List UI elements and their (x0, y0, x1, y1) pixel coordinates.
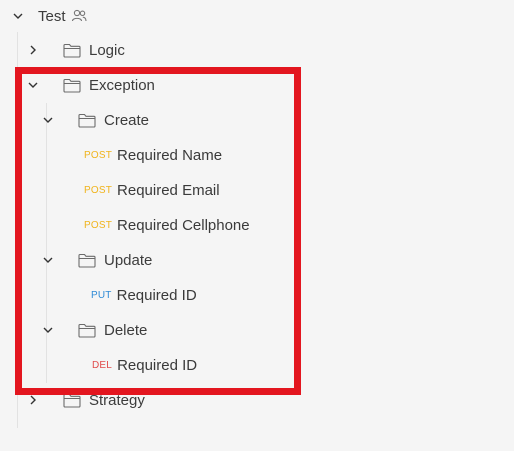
tree-item-label: Test (38, 7, 66, 25)
chevron-right-icon[interactable] (27, 394, 39, 406)
folder-icon (63, 43, 81, 58)
tree-item-logic[interactable]: Logic (27, 35, 125, 65)
tree-item-test[interactable]: Test (12, 1, 87, 31)
highlight-box (15, 67, 301, 395)
tree-item-label: Logic (89, 41, 125, 59)
users-icon (71, 9, 87, 23)
chevron-right-icon[interactable] (27, 44, 39, 56)
chevron-down-icon[interactable] (12, 10, 24, 22)
